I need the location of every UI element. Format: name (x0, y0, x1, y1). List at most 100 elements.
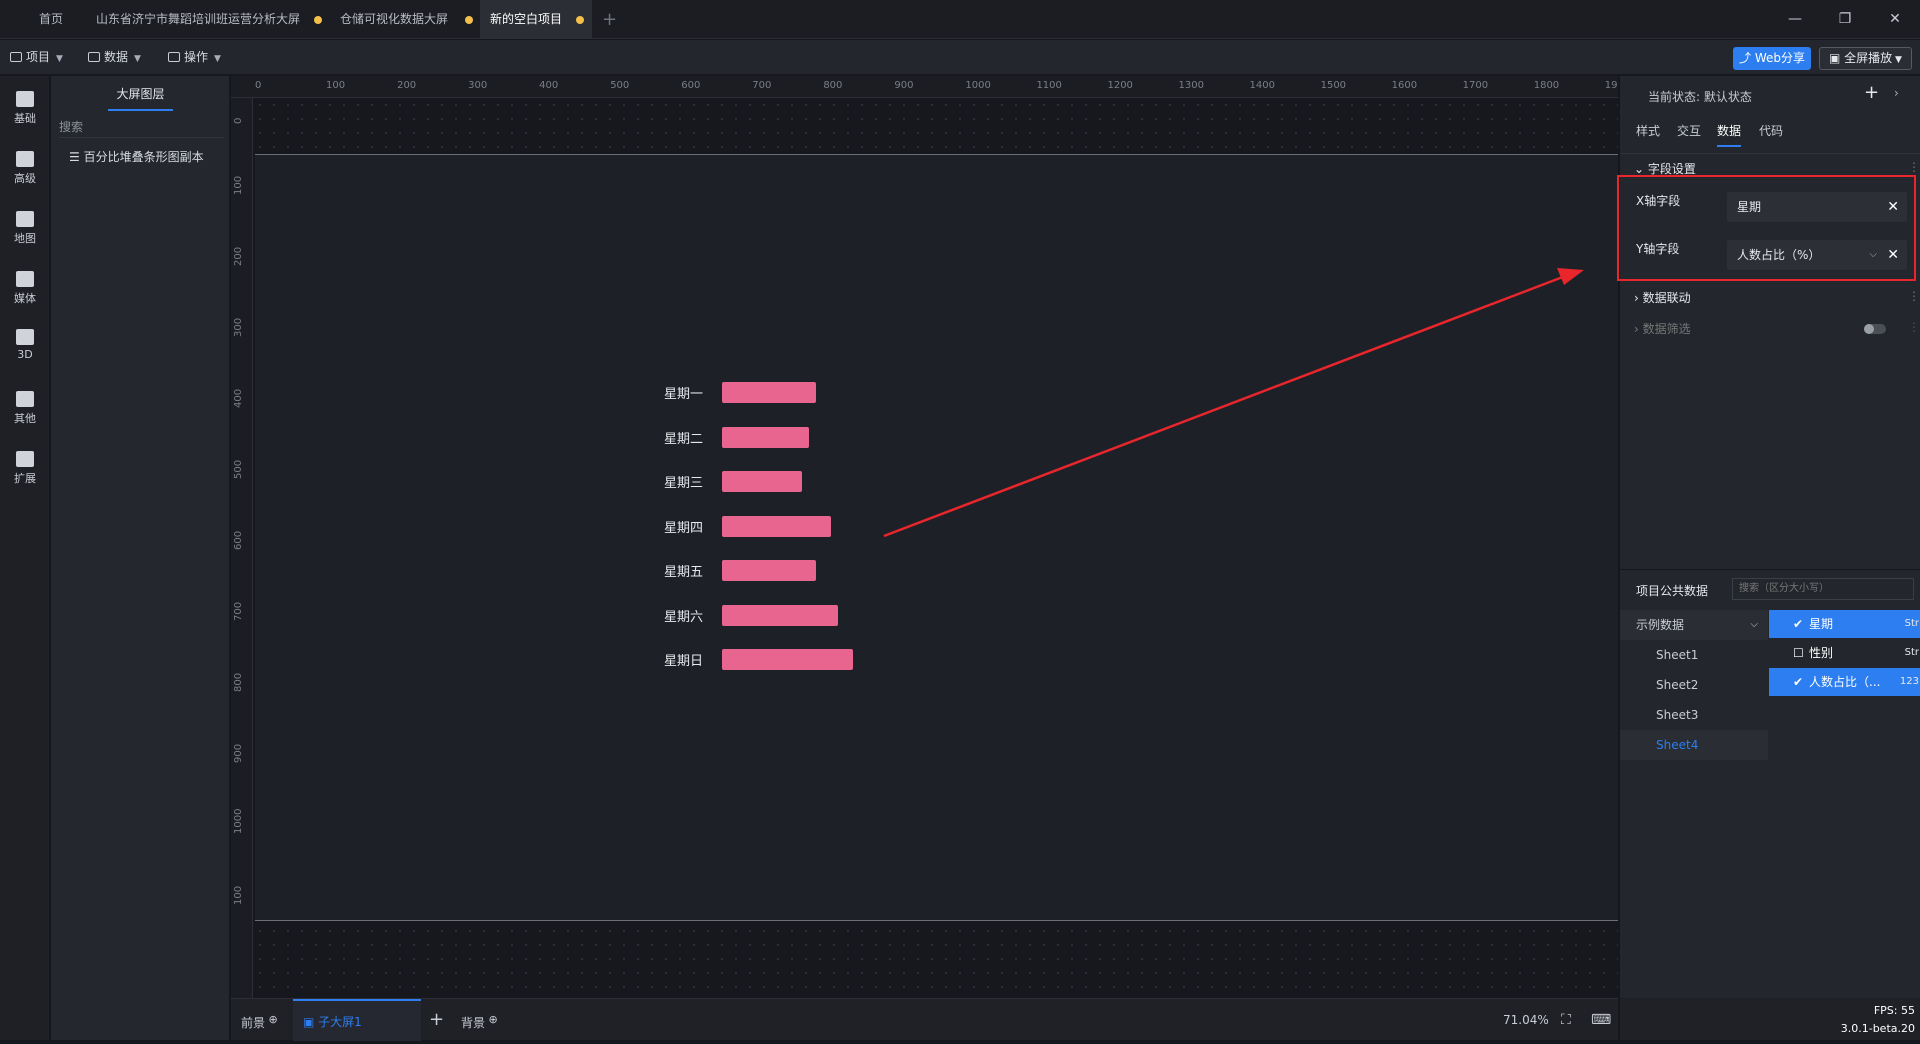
minimize-button[interactable]: — (1770, 0, 1820, 39)
sheet-item[interactable]: Sheet1 (1620, 640, 1768, 670)
data-filter-header[interactable]: › 数据筛选 (1634, 320, 1691, 337)
ruler-tick-label: 700 (752, 80, 772, 91)
tab-warehouse-dashboard[interactable]: 仓储可视化数据大屏 (328, 0, 478, 39)
tab-interaction[interactable]: 交互 (1677, 122, 1701, 139)
tab-code[interactable]: 代码 (1759, 122, 1783, 139)
bar[interactable] (722, 382, 817, 403)
ruler-tick-label: 500 (610, 80, 630, 91)
bar[interactable] (722, 471, 802, 492)
sheet-item[interactable]: Sheet3 (1620, 700, 1768, 730)
nav-label: 扩展 (14, 472, 36, 485)
file-icon (10, 52, 22, 62)
chevron-right-icon: › (1634, 291, 1643, 305)
tab-style[interactable]: 样式 (1636, 122, 1660, 139)
web-share-button[interactable]: ⤴ Web分享 (1733, 47, 1811, 70)
nav-label: 基础 (14, 112, 36, 125)
fps-readout: FPS: 55 (1873, 1004, 1915, 1017)
bar[interactable] (722, 649, 853, 670)
layer-item[interactable]: ☰ 百分比堆叠条形图副本 (69, 148, 204, 165)
tab-label: 首页 (38, 12, 63, 26)
media-icon (16, 271, 34, 287)
project-menu[interactable]: 项目 ▼ (10, 40, 63, 75)
nav-label: 媒体 (14, 292, 36, 305)
sheet-item-active[interactable]: Sheet4 (1620, 730, 1768, 760)
public-data-search-input[interactable]: 搜索（区分大小写） (1732, 578, 1914, 600)
ruler-tick-label: 1100 (1036, 80, 1062, 91)
cube-icon (16, 329, 34, 345)
nav-label: 其他 (14, 412, 36, 425)
filter-toggle[interactable] (1864, 324, 1886, 334)
data-link-header[interactable]: › 数据联动 (1634, 289, 1691, 306)
fit-screen-icon[interactable]: ⛶ (1561, 999, 1571, 1041)
restore-button[interactable]: ❐ (1820, 0, 1870, 39)
field-type: Str (1904, 647, 1919, 658)
field-item[interactable]: ✔ 人数占比（... 123 (1769, 668, 1920, 696)
sheet-item[interactable]: Sheet2 (1620, 670, 1768, 700)
ruler-tick-label: 100 (326, 80, 346, 91)
ruler-tick-label: 400 (233, 389, 244, 409)
foreground-tab[interactable]: 前景 ⊕ (241, 999, 278, 1041)
ruler-tick-label: 800 (233, 673, 244, 693)
nav-extension[interactable]: 扩展 (0, 442, 50, 492)
check-icon: ✔ (1793, 675, 1804, 689)
nav-3d[interactable]: 3D (0, 320, 50, 370)
add-subscreen-button[interactable]: + (429, 999, 444, 1041)
ruler-tick-label: 0 (233, 117, 244, 124)
more-icon[interactable]: ⋮ (1908, 320, 1920, 334)
tab-dance-dashboard[interactable]: 山东省济宁市舞蹈培训班运营分析大屏 (84, 0, 322, 39)
tab-data[interactable]: 数据 (1717, 122, 1742, 147)
bar-chart-icon (16, 91, 34, 107)
layer-item-label: 百分比堆叠条形图副本 (83, 150, 204, 164)
field-item[interactable]: ✔ 星期 Str (1769, 610, 1920, 638)
close-window-button[interactable]: ✕ (1870, 0, 1920, 39)
data-menu[interactable]: 数据 ▼ (88, 40, 141, 75)
keyboard-icon[interactable]: ⌨ (1591, 999, 1611, 1041)
unsaved-dot-icon (576, 16, 584, 24)
bar[interactable] (722, 560, 817, 581)
nav-label: 高级 (14, 172, 36, 185)
layers-tab[interactable]: 大屏图层 (51, 76, 230, 112)
unsaved-dot-icon (314, 16, 322, 24)
screen-stage[interactable] (255, 154, 1618, 921)
chevron-down-icon: ▼ (214, 54, 221, 64)
tab-label: 仓储可视化数据大屏 (340, 12, 449, 26)
add-tab-button[interactable]: + (602, 0, 622, 39)
bar[interactable] (722, 515, 831, 537)
add-circle-icon: ⊕ (265, 1013, 278, 1026)
tab-label: 新的空白项目 (490, 12, 563, 26)
bar[interactable] (722, 426, 809, 448)
operate-menu[interactable]: 操作 ▼ (168, 40, 221, 75)
highlight-box (1617, 175, 1916, 281)
data-menu-label: 数据 (104, 50, 129, 64)
more-icon[interactable]: ⋮ (1908, 160, 1920, 174)
more-icon[interactable]: ⋮ (1908, 289, 1920, 303)
ruler-tick-label: 1700 (1462, 80, 1489, 91)
nav-basic[interactable]: 基础 (0, 82, 50, 132)
zoom-level[interactable]: 71.04% (1503, 999, 1549, 1041)
fullscreen-play-button[interactable]: ▣ 全屏播放 ▼ (1819, 47, 1912, 70)
web-share-label: Web分享 (1754, 51, 1805, 65)
crown-icon (16, 151, 34, 167)
layer-search-input[interactable]: 搜索 (59, 116, 224, 138)
bar-category-label: 星期二 (664, 431, 704, 447)
background-tab[interactable]: 背景 ⊕ (461, 999, 498, 1041)
tab-new-blank-project[interactable]: 新的空白项目 (480, 0, 592, 39)
dataset-group-label: 示例数据 (1636, 618, 1685, 632)
nav-other[interactable]: 其他 (0, 382, 50, 432)
chevron-right-icon[interactable]: › (1894, 86, 1899, 100)
dataset-group[interactable]: 示例数据 ⌵ (1620, 610, 1768, 640)
ruler-tick-label: 1500 (1320, 80, 1347, 91)
nav-media[interactable]: 媒体 (0, 262, 50, 312)
subscreen-tab[interactable]: ▣ 子大屏1 (293, 999, 421, 1041)
chevron-down-icon: ⌵ (1750, 619, 1758, 630)
unsaved-dot-icon (465, 16, 473, 24)
divider (1620, 153, 1920, 154)
bar[interactable] (722, 604, 838, 626)
tab-home[interactable]: 首页 (22, 0, 80, 39)
nav-advanced[interactable]: 高级 (0, 142, 50, 192)
field-item[interactable]: ☐ 性别 Str (1769, 639, 1920, 667)
add-state-button[interactable]: + (1864, 82, 1879, 103)
public-data-title: 项目公共数据 (1636, 584, 1709, 598)
ruler-tick-label: 500 (233, 460, 244, 480)
nav-map[interactable]: 地图 (0, 202, 50, 252)
